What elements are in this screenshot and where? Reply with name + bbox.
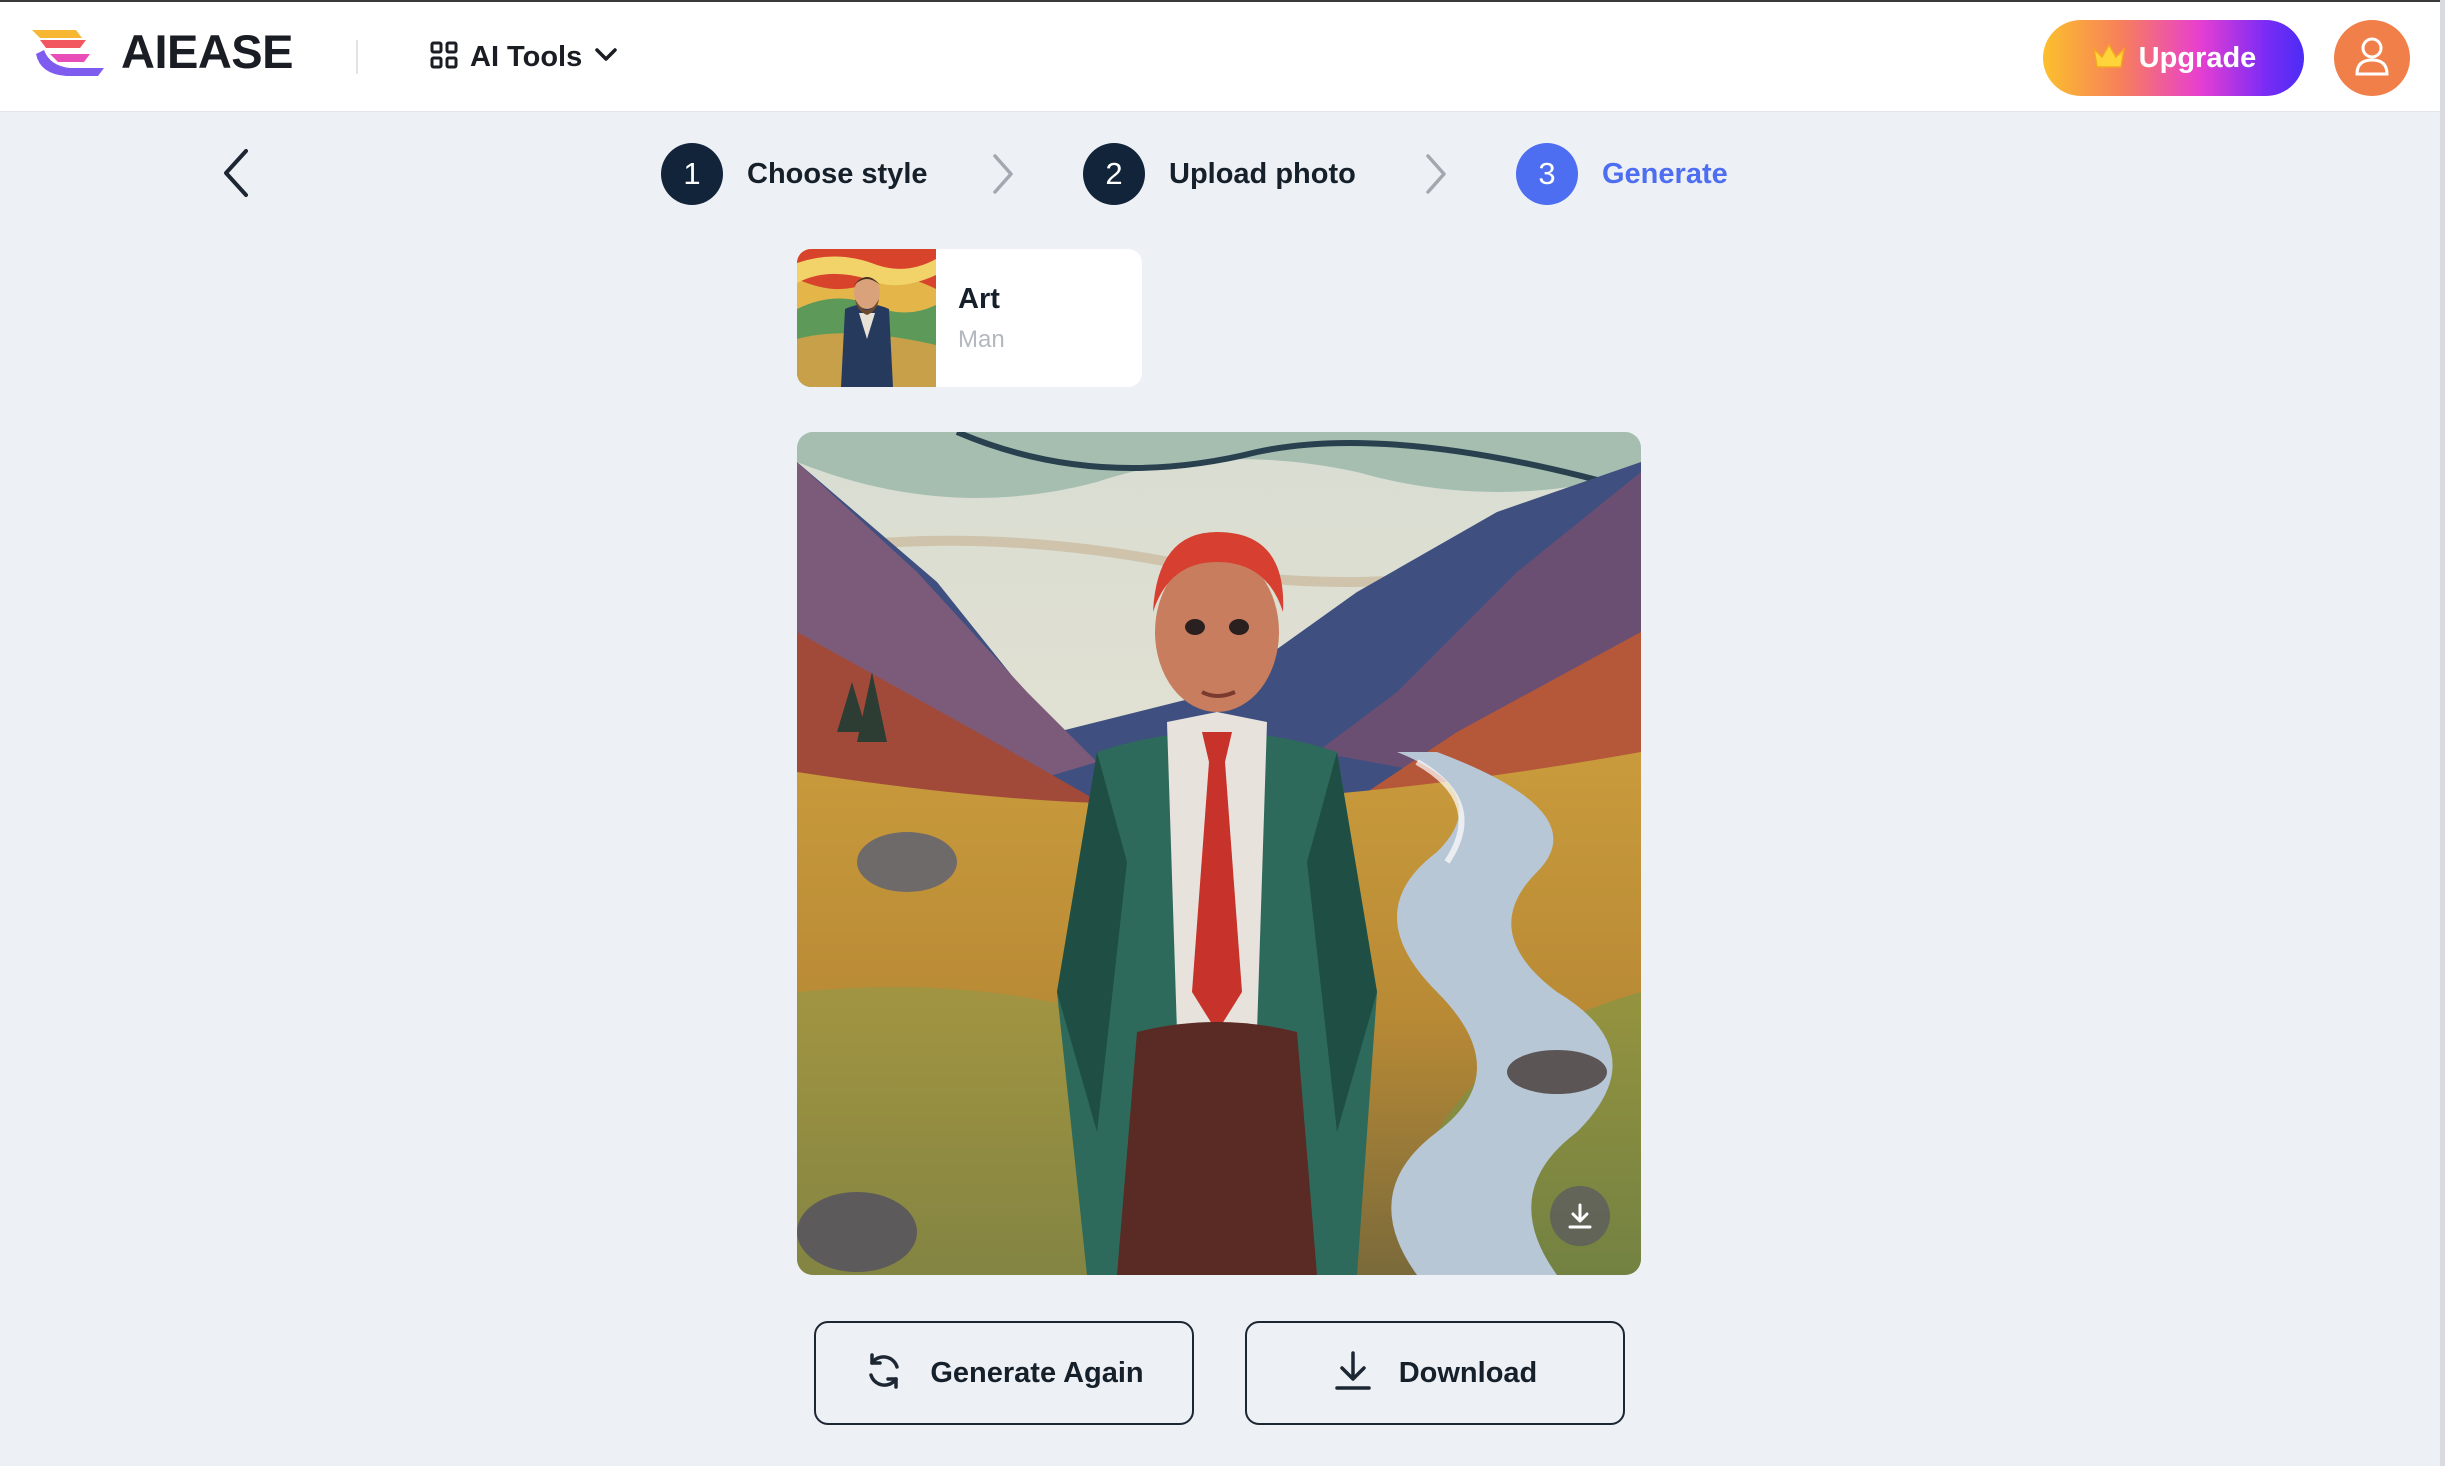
aiease-logo[interactable] xyxy=(30,26,110,76)
step-upload-photo: 2 Upload photo xyxy=(1083,143,1356,205)
user-icon xyxy=(2354,36,2390,81)
ai-tools-menu[interactable]: AI Tools xyxy=(430,32,618,82)
crown-icon xyxy=(2091,41,2127,76)
grid-icon xyxy=(430,41,458,74)
chevron-down-icon xyxy=(594,47,618,68)
image-download-button[interactable] xyxy=(1550,1186,1610,1246)
download-button[interactable]: Download xyxy=(1245,1321,1625,1425)
style-thumbnail xyxy=(797,249,936,387)
download-icon xyxy=(1565,1201,1595,1231)
ai-tools-label: AI Tools xyxy=(470,40,583,73)
step-choose-style: 1 Choose style xyxy=(661,143,928,205)
upgrade-label: Upgrade xyxy=(2138,41,2257,74)
brand-name: AIEASE xyxy=(121,25,294,78)
step-chevron-icon xyxy=(987,152,1017,196)
selected-style-card[interactable]: Art Man xyxy=(797,249,1142,387)
refresh-icon xyxy=(864,1351,904,1396)
upgrade-button[interactable]: Upgrade xyxy=(2043,20,2304,96)
window-scrollbar[interactable] xyxy=(2440,0,2445,1466)
back-button[interactable] xyxy=(212,145,262,201)
step-number: 2 xyxy=(1083,143,1145,205)
step-number: 1 xyxy=(661,143,723,205)
step-label: Generate xyxy=(1602,157,1728,190)
generated-image xyxy=(797,432,1641,1275)
download-label: Download xyxy=(1398,1356,1538,1389)
top-header: AIEASE AI Tools Upgrade xyxy=(0,0,2445,112)
style-title: Art xyxy=(958,283,1000,315)
step-label: Upload photo xyxy=(1169,157,1356,190)
download-icon xyxy=(1333,1350,1373,1397)
step-chevron-icon xyxy=(1420,152,1450,196)
generate-again-label: Generate Again xyxy=(930,1356,1144,1389)
chevron-left-icon xyxy=(212,149,262,205)
generate-again-button[interactable]: Generate Again xyxy=(814,1321,1194,1425)
style-subtitle: Man xyxy=(958,326,1005,353)
step-label: Choose style xyxy=(747,157,928,190)
step-number: 3 xyxy=(1516,143,1578,205)
step-generate: 3 Generate xyxy=(1516,143,1728,205)
account-avatar[interactable] xyxy=(2334,20,2410,96)
header-divider xyxy=(356,40,358,74)
